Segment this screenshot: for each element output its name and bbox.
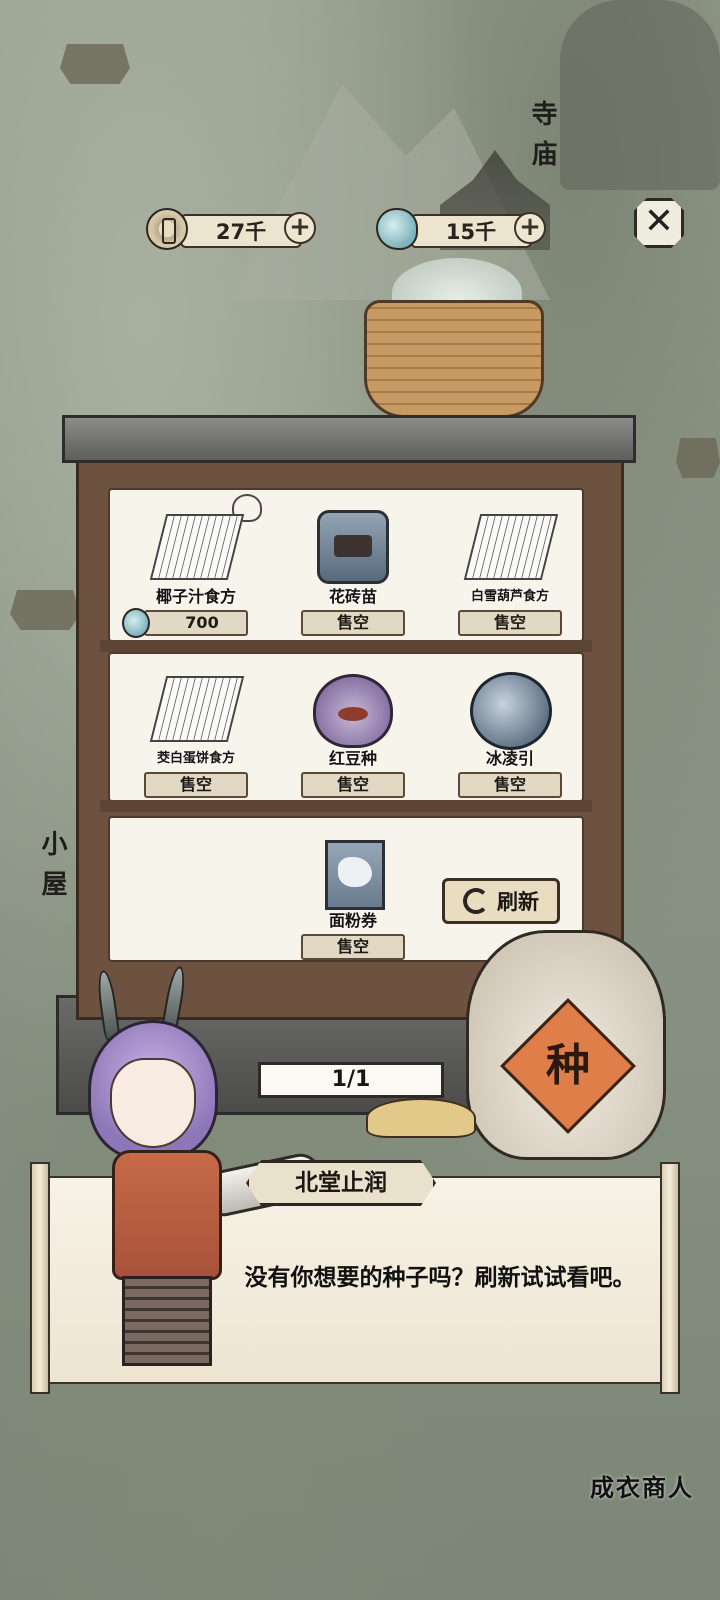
- robe: [112, 1150, 222, 1280]
- buy-button[interactable]: 700: [122, 608, 248, 638]
- seed-jar-icon: [317, 510, 389, 584]
- shop-item[interactable]: 茭白蛋饼食方 售空: [126, 668, 266, 798]
- shelf-board: [100, 640, 592, 652]
- shop-item[interactable]: 冰凌引 售空: [440, 668, 580, 798]
- gem-counter: 15千 +: [376, 208, 556, 250]
- map-label-temple[interactable]: 寺庙: [524, 100, 561, 180]
- add-coins-button[interactable]: +: [284, 212, 316, 244]
- speaker-name: 北堂止润: [246, 1160, 436, 1206]
- add-gems-button[interactable]: +: [514, 212, 546, 244]
- item-name: 红豆种: [328, 749, 377, 768]
- hut-building: [60, 44, 130, 84]
- scroll-rod-right: [660, 1162, 680, 1394]
- shop-item[interactable]: 白雪葫芦食方 售空: [440, 506, 580, 636]
- item-name: 椰子汁食方: [155, 587, 236, 606]
- item-name: 茭白蛋饼食方: [156, 751, 235, 766]
- sold-out-button[interactable]: 售空: [301, 772, 405, 798]
- coin-icon: [146, 208, 188, 250]
- shop-item[interactable]: 花砖苗 售空: [283, 506, 423, 636]
- shelf-board: [100, 800, 592, 812]
- hut-building: [10, 590, 80, 630]
- refresh-icon: [463, 888, 489, 914]
- refresh-label: 刷新: [497, 890, 539, 914]
- flour-ticket-icon: [325, 840, 385, 910]
- sold-out-button[interactable]: 售空: [301, 934, 405, 960]
- refresh-button[interactable]: 刷新: [442, 878, 560, 924]
- face: [110, 1058, 196, 1148]
- close-button[interactable]: ✕: [634, 198, 684, 248]
- hut-building: [676, 438, 720, 478]
- item-name: 花砖苗: [328, 587, 377, 606]
- shop-item[interactable]: 红豆种 售空: [283, 668, 423, 798]
- recipe-icon: [149, 676, 245, 742]
- page-indicator: 1/1: [258, 1062, 444, 1098]
- recipe-icon: [149, 514, 245, 580]
- seed-pouch-icon: [313, 674, 393, 748]
- gem-icon: [122, 608, 150, 638]
- cabinet-top: [62, 415, 636, 463]
- grain-pile: [366, 1098, 476, 1138]
- item-name: 白雪葫芦食方: [470, 589, 549, 604]
- coin-counter: 27千 +: [146, 208, 326, 250]
- item-name: 面粉券: [328, 911, 377, 930]
- gem-icon: [376, 208, 418, 250]
- scroll-rod-left: [30, 1162, 50, 1394]
- npc-character: [82, 965, 326, 1380]
- buddha-statue: [560, 0, 720, 190]
- sold-out-button[interactable]: 售空: [144, 772, 248, 798]
- shop-item[interactable]: 面粉券 售空: [283, 830, 423, 960]
- sold-out-button[interactable]: 售空: [458, 610, 562, 636]
- recipe-icon: [463, 514, 559, 580]
- shop-item[interactable]: 椰子汁食方 700: [122, 506, 266, 638]
- dialog-text[interactable]: 没有你想要的种子吗？刷新试试看吧。: [240, 1262, 640, 1294]
- legs: [122, 1276, 212, 1366]
- sold-out-button[interactable]: 售空: [301, 610, 405, 636]
- sack-label: 种: [546, 1040, 590, 1091]
- map-label-hut[interactable]: 小屋: [34, 830, 71, 910]
- basket: [364, 300, 544, 418]
- npc-label-tailor[interactable]: 成衣商人: [590, 1468, 694, 1503]
- ice-jar-icon: [470, 672, 552, 750]
- horn: [95, 969, 121, 1041]
- item-name: 冰凌引: [485, 749, 534, 768]
- sold-out-button[interactable]: 售空: [458, 772, 562, 798]
